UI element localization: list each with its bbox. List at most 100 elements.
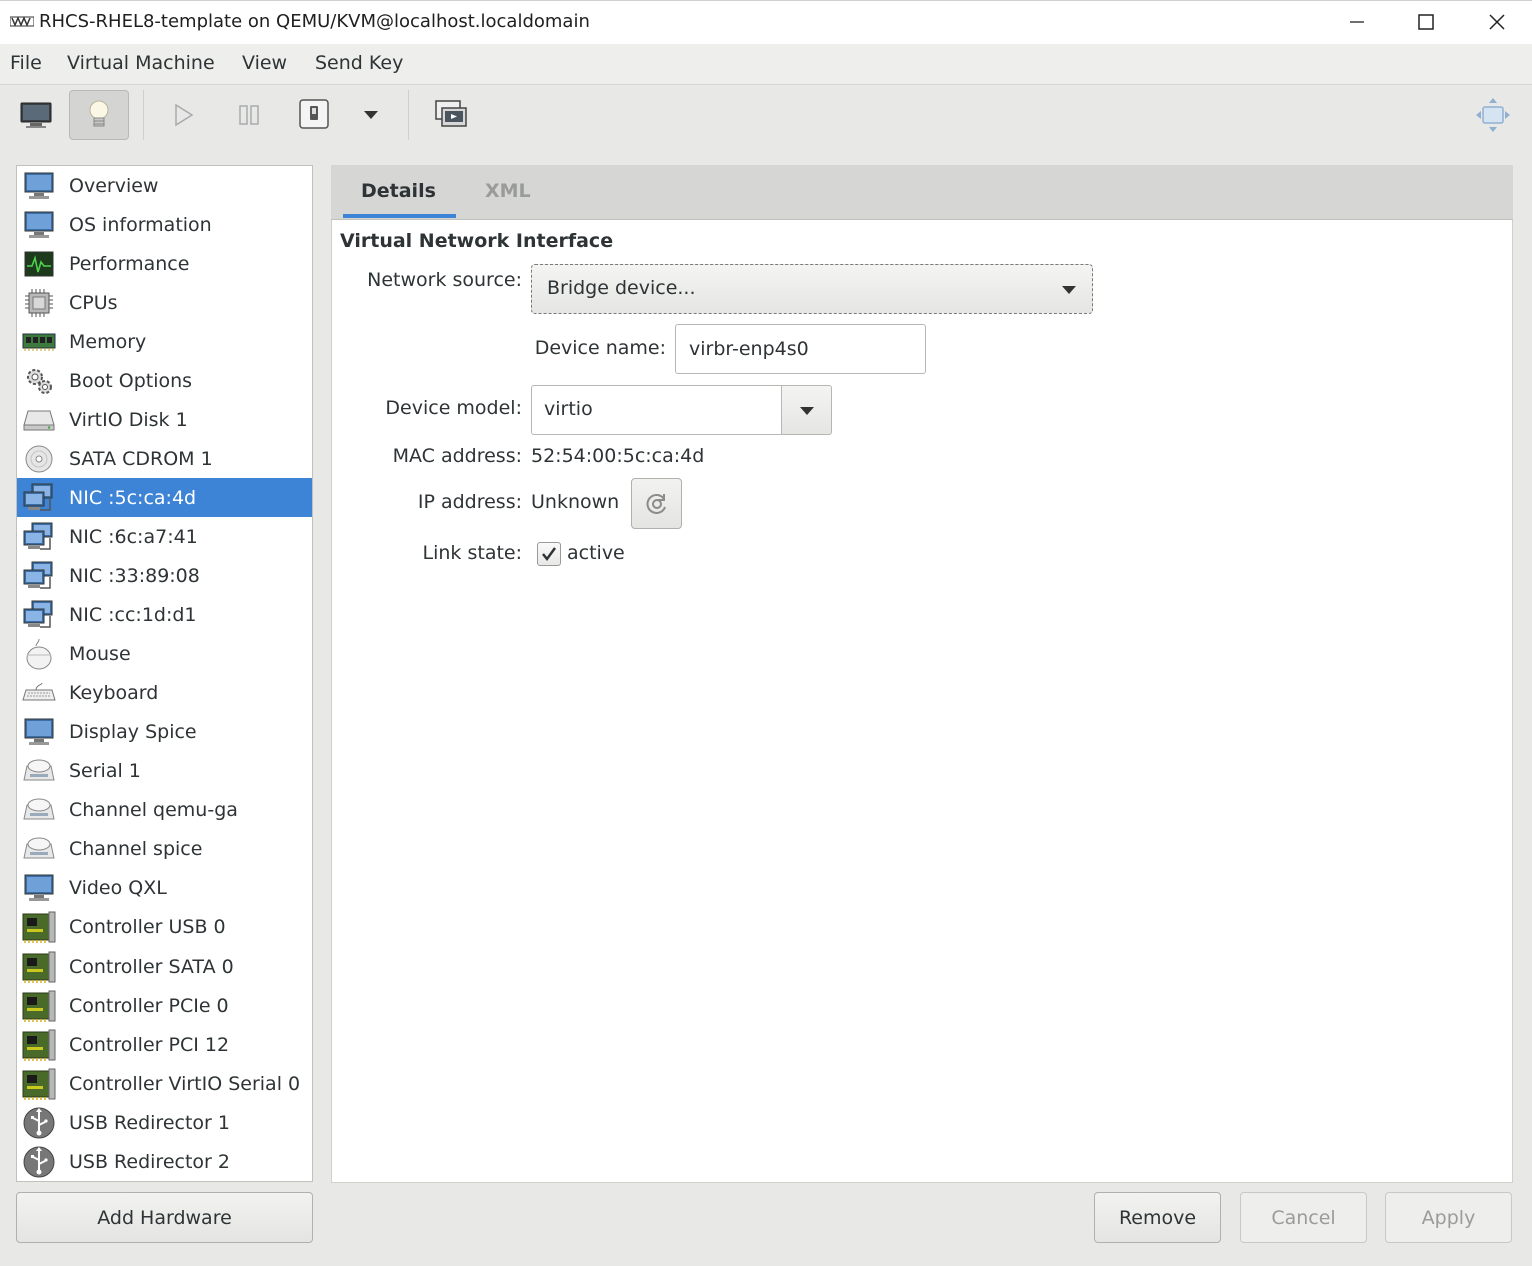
sidebar-item[interactable]: NIC :6c:a7:41 <box>17 517 312 556</box>
sidebar-item-label: NIC :33:89:08 <box>69 565 200 587</box>
mac-address-value: 52:54:00:5c:ca:4d <box>531 445 705 467</box>
sidebar-item-label: Controller USB 0 <box>69 916 226 939</box>
sidebar-item[interactable]: Display Spice <box>17 713 312 752</box>
sidebar-item[interactable]: Performance <box>17 244 312 283</box>
link-state-checkbox[interactable] <box>537 542 561 566</box>
sidebar-item[interactable]: VirtIO Disk 1 <box>17 400 312 439</box>
sidebar-item-label: NIC :6c:a7:41 <box>69 525 198 548</box>
toolbar-separator <box>143 90 144 140</box>
sidebar-item[interactable]: Serial 1 <box>17 752 312 791</box>
remove-button[interactable]: Remove <box>1094 1192 1221 1243</box>
serial-device-icon <box>21 755 57 787</box>
fullscreen-button[interactable] <box>1463 90 1523 140</box>
section-title: Virtual Network Interface <box>340 230 614 252</box>
chevron-down-icon <box>800 407 814 415</box>
close-icon <box>1489 14 1505 30</box>
maximize-icon <box>1418 14 1434 30</box>
sidebar-item-label: Serial 1 <box>69 760 141 783</box>
run-button[interactable] <box>154 90 214 140</box>
cancel-button[interactable]: Cancel <box>1240 1192 1367 1243</box>
controller-card-icon <box>21 990 57 1022</box>
hardware-list: Overview OS information Performance CPUs Mem… <box>16 165 313 1182</box>
sidebar-item-label: CPUs <box>69 291 118 314</box>
tab-details[interactable]: Details <box>361 180 436 202</box>
sidebar-item-label: Channel spice <box>69 838 203 861</box>
sidebar-item[interactable]: Mouse <box>17 635 312 674</box>
network-card-icon <box>21 560 57 592</box>
network-source-combo[interactable]: Bridge device... <box>531 264 1093 314</box>
cpu-chip-icon <box>21 287 57 319</box>
details-button[interactable] <box>69 90 129 140</box>
sidebar-item[interactable]: Controller VirtIO Serial 0 <box>17 1064 312 1103</box>
sidebar-item[interactable]: Boot Options <box>17 361 312 400</box>
fullscreen-icon <box>1476 98 1510 132</box>
hard-disk-icon <box>21 404 57 436</box>
sidebar-item[interactable]: NIC :33:89:08 <box>17 557 312 596</box>
ip-address-value: Unknown <box>531 491 620 513</box>
menu-virtual-machine[interactable]: Virtual Machine <box>67 52 215 74</box>
usb-icon <box>21 1107 57 1139</box>
sidebar-item[interactable]: Memory <box>17 322 312 361</box>
sidebar-item-label: OS information <box>69 213 212 236</box>
sidebar-item[interactable]: OS information <box>17 205 312 244</box>
shutdown-dropdown-button[interactable] <box>341 90 401 140</box>
virt-manager-app-icon <box>10 16 34 27</box>
device-model-dropdown-button[interactable] <box>781 385 832 435</box>
sidebar-item[interactable]: Controller SATA 0 <box>17 947 312 986</box>
sidebar-item[interactable]: Keyboard <box>17 674 312 713</box>
network-source-value: Bridge device... <box>547 277 696 299</box>
sidebar-item[interactable]: Controller USB 0 <box>17 908 312 947</box>
menu-view[interactable]: View <box>242 52 287 74</box>
sidebar-item[interactable]: Video QXL <box>17 869 312 908</box>
console-monitor-icon <box>20 102 52 128</box>
console-button[interactable] <box>6 90 66 140</box>
details-panel <box>331 165 1513 1183</box>
shutdown-dropdown-icon <box>364 111 378 119</box>
sidebar-item[interactable]: USB Redirector 1 <box>17 1103 312 1142</box>
memory-module-icon <box>21 326 57 358</box>
sidebar-item[interactable]: NIC :5c:ca:4d <box>17 478 312 518</box>
add-hardware-button[interactable]: Add Hardware <box>16 1192 313 1243</box>
sidebar-item-label: NIC :cc:1d:d1 <box>69 604 197 627</box>
monitor-icon <box>21 872 57 904</box>
apply-button[interactable]: Apply <box>1385 1192 1512 1243</box>
monitor-icon <box>21 209 57 241</box>
sidebar-item[interactable]: Controller PCI 12 <box>17 1025 312 1064</box>
controller-card-icon <box>21 1068 57 1100</box>
maximize-button[interactable] <box>1391 0 1461 44</box>
chevron-down-icon <box>1062 286 1076 294</box>
minimize-button[interactable] <box>1322 0 1392 44</box>
sidebar-item[interactable]: Channel qemu-ga <box>17 791 312 830</box>
sidebar-item[interactable]: Overview <box>17 166 312 205</box>
menu-bar <box>0 44 1532 84</box>
sidebar-item-label: VirtIO Disk 1 <box>69 408 188 431</box>
close-button[interactable] <box>1462 0 1532 44</box>
serial-device-icon <box>21 833 57 865</box>
tab-xml[interactable]: XML <box>485 180 531 202</box>
sidebar-item[interactable]: Channel spice <box>17 830 312 869</box>
checkmark-icon <box>542 547 557 562</box>
device-model-value: virtio <box>544 398 593 420</box>
sidebar-item-label: Mouse <box>69 643 131 666</box>
sidebar-item[interactable]: CPUs <box>17 283 312 322</box>
usb-icon <box>21 1146 57 1178</box>
sidebar-item[interactable]: SATA CDROM 1 <box>17 439 312 478</box>
shutdown-power-icon <box>299 99 329 129</box>
serial-device-icon <box>21 794 57 826</box>
sidebar-item-label: Controller PCIe 0 <box>69 994 229 1017</box>
sidebar-item[interactable]: Controller PCIe 0 <box>17 986 312 1025</box>
shutdown-button[interactable] <box>284 90 344 140</box>
snapshots-button[interactable] <box>421 90 481 140</box>
device-name-field[interactable]: virbr-enp4s0 <box>675 324 926 374</box>
sidebar-item[interactable]: USB Redirector 2 <box>17 1142 312 1181</box>
remove-label: Remove <box>1118 1206 1197 1229</box>
add-hardware-label: Add Hardware <box>97 1206 232 1229</box>
menu-send-key[interactable]: Send Key <box>315 52 403 74</box>
refresh-ip-button[interactable] <box>631 478 682 529</box>
device-model-entry[interactable]: virtio <box>531 385 782 435</box>
sidebar-item[interactable]: NIC :cc:1d:d1 <box>17 596 312 635</box>
refresh-icon <box>646 493 666 514</box>
network-card-icon <box>21 521 57 553</box>
menu-file[interactable]: File <box>10 52 42 74</box>
pause-button[interactable] <box>219 90 279 140</box>
